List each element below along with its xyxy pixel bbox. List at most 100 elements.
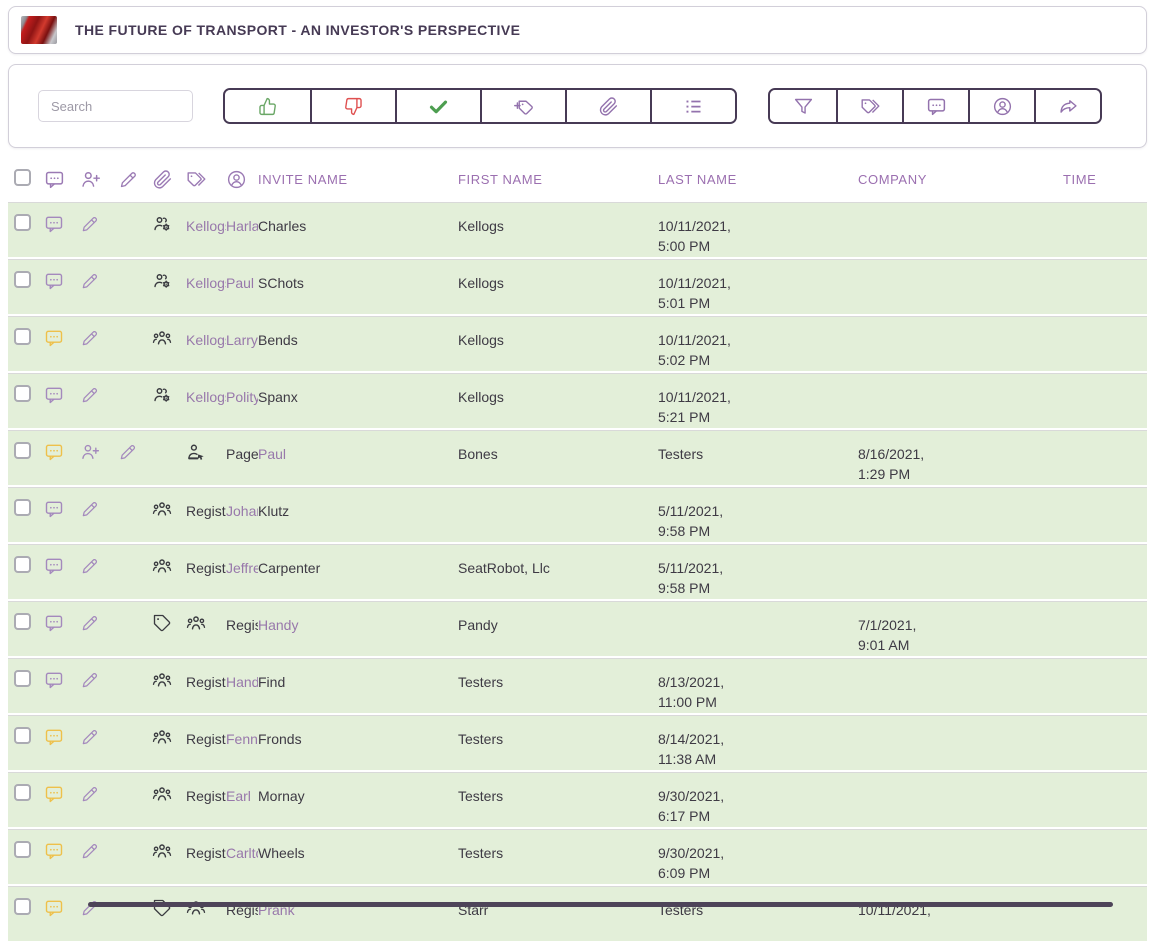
- horizontal-scrollbar-thumb[interactable]: [88, 902, 1113, 907]
- row-checkbox[interactable]: [14, 784, 31, 801]
- row-checkbox[interactable]: [14, 613, 31, 630]
- pencil-icon[interactable]: [80, 545, 118, 581]
- comment-icon[interactable]: [44, 716, 80, 752]
- tag-add-icon: [513, 96, 534, 117]
- comment-icon[interactable]: [44, 260, 80, 296]
- first-name-cell[interactable]: Paul: [258, 431, 458, 464]
- pencil-icon[interactable]: [80, 716, 118, 752]
- row-checkbox[interactable]: [14, 442, 31, 459]
- invite-name-cell[interactable]: Registration: [186, 830, 226, 863]
- time-cell: 8/14/2021,11:38 AM: [658, 716, 858, 769]
- invite-name-cell[interactable]: Registration: [186, 659, 226, 692]
- first-name-cell[interactable]: Johannes: [226, 488, 258, 521]
- row-checkbox[interactable]: [14, 670, 31, 687]
- row-checkbox[interactable]: [14, 841, 31, 858]
- first-name-cell[interactable]: Fennelz: [226, 716, 258, 749]
- invite-name-cell[interactable]: Kellogs: [186, 260, 226, 293]
- tag-add-button[interactable]: [480, 90, 565, 122]
- row-checkbox[interactable]: [14, 214, 31, 231]
- comment-icon: [926, 96, 947, 117]
- group-type-icon: [152, 716, 186, 752]
- pencil-icon[interactable]: [80, 830, 118, 866]
- comment-icon[interactable]: [44, 773, 80, 809]
- column-header-invite-name[interactable]: INVITE NAME: [258, 160, 458, 187]
- column-header-time[interactable]: TIME: [1063, 160, 1147, 187]
- invite-name-cell[interactable]: Kellogs: [186, 317, 226, 350]
- column-header-company[interactable]: COMPANY: [858, 160, 1063, 187]
- toolbar: [8, 64, 1147, 148]
- tag-icon[interactable]: [152, 602, 186, 638]
- pencil-icon[interactable]: [80, 317, 118, 353]
- comment-icon[interactable]: [44, 160, 80, 195]
- comment-icon[interactable]: [44, 203, 80, 239]
- pencil-icon[interactable]: [118, 160, 152, 195]
- invite-name-cell[interactable]: Registration: [186, 773, 226, 806]
- comment-icon[interactable]: [44, 317, 80, 353]
- pencil-icon[interactable]: [80, 773, 118, 809]
- comment-icon[interactable]: [44, 545, 80, 581]
- row-checkbox[interactable]: [14, 271, 31, 288]
- first-name-cell[interactable]: Harlan: [226, 203, 258, 236]
- first-name-cell[interactable]: Carlton: [226, 830, 258, 863]
- paperclip-button[interactable]: [565, 90, 650, 122]
- last-name-cell: Find: [258, 659, 458, 692]
- thumbs-up-button[interactable]: [225, 90, 310, 122]
- comment-icon[interactable]: [44, 602, 80, 638]
- first-name-cell[interactable]: Polity: [226, 374, 258, 407]
- pencil-icon[interactable]: [80, 602, 118, 638]
- first-name-cell[interactable]: Handy: [258, 602, 458, 635]
- list-button[interactable]: [650, 90, 735, 122]
- first-name-cell[interactable]: Handy: [226, 659, 258, 692]
- comment-icon[interactable]: [44, 887, 80, 923]
- row-checkbox[interactable]: [14, 499, 31, 516]
- row-checkbox[interactable]: [14, 898, 31, 915]
- row-checkbox[interactable]: [14, 385, 31, 402]
- pencil-icon[interactable]: [118, 431, 152, 467]
- share-button[interactable]: [1034, 90, 1100, 122]
- company-cell: Testers: [458, 659, 658, 692]
- invite-name-cell[interactable]: Kellogs: [186, 203, 226, 236]
- comment-button[interactable]: [902, 90, 968, 122]
- last-name-cell: Carpenter: [258, 545, 458, 578]
- comment-icon[interactable]: [44, 659, 80, 695]
- first-name-cell[interactable]: Jeffrey: [226, 545, 258, 578]
- comment-icon[interactable]: [44, 488, 80, 524]
- invite-name-cell[interactable]: Registration: [186, 545, 226, 578]
- invite-name-cell[interactable]: Page loading 2: [226, 431, 258, 464]
- user-circle-icon[interactable]: [226, 160, 258, 195]
- thumbs-down-button[interactable]: [310, 90, 395, 122]
- comment-icon[interactable]: [44, 431, 80, 467]
- search-input[interactable]: [38, 90, 193, 122]
- paperclip-icon[interactable]: [152, 160, 186, 195]
- pencil-icon[interactable]: [80, 203, 118, 239]
- select-all-checkbox[interactable]: [14, 169, 31, 186]
- last-name-cell: SChots: [258, 260, 458, 293]
- comment-icon[interactable]: [44, 830, 80, 866]
- filter-button[interactable]: [770, 90, 836, 122]
- first-name-cell[interactable]: Paul: [226, 260, 258, 293]
- pencil-icon[interactable]: [80, 260, 118, 296]
- tags-icon[interactable]: [186, 160, 226, 195]
- pencil-icon[interactable]: [80, 374, 118, 410]
- person-add-icon[interactable]: [80, 431, 118, 467]
- user-circle-button[interactable]: [968, 90, 1034, 122]
- invite-name-cell[interactable]: Registration: [186, 716, 226, 749]
- column-header-last-name[interactable]: LAST NAME: [658, 160, 858, 187]
- time-cell: 9/30/2021,6:17 PM: [658, 773, 858, 826]
- row-checkbox[interactable]: [14, 328, 31, 345]
- first-name-cell[interactable]: Larry: [226, 317, 258, 350]
- pencil-icon[interactable]: [80, 488, 118, 524]
- invite-name-cell[interactable]: Registration: [226, 602, 258, 635]
- first-name-cell[interactable]: Earl: [226, 773, 258, 806]
- group-type-icon: [186, 431, 226, 467]
- invite-name-cell[interactable]: Registration: [186, 488, 226, 521]
- tags-button[interactable]: [836, 90, 902, 122]
- row-checkbox[interactable]: [14, 727, 31, 744]
- pencil-icon[interactable]: [80, 659, 118, 695]
- row-checkbox[interactable]: [14, 556, 31, 573]
- check-button[interactable]: [395, 90, 480, 122]
- person-add-icon[interactable]: [80, 160, 118, 195]
- column-header-first-name[interactable]: FIRST NAME: [458, 160, 658, 187]
- comment-icon[interactable]: [44, 374, 80, 410]
- invite-name-cell[interactable]: Kellogs: [186, 374, 226, 407]
